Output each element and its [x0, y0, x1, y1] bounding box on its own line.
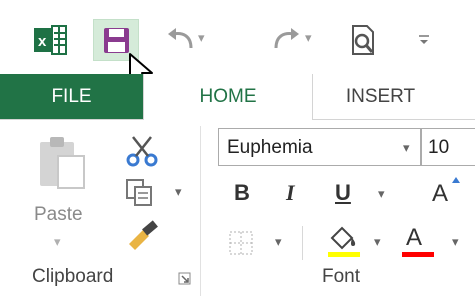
redo-dropdown-icon[interactable]: ▾ — [305, 30, 312, 46]
redo-button[interactable]: ▾ — [272, 22, 322, 58]
fill-color-icon[interactable] — [326, 222, 362, 258]
clipboard-launcher-icon[interactable] — [178, 272, 192, 286]
borders-dropdown-icon[interactable]: ▾ — [275, 234, 282, 250]
excel-icon: x — [34, 25, 67, 55]
font-color-letter: A — [406, 224, 423, 251]
tab-file-label: FILE — [51, 85, 92, 107]
underline-button[interactable]: U — [335, 180, 351, 206]
paste-icon — [40, 137, 85, 189]
print-preview-icon — [352, 25, 374, 55]
font-group-label: Font — [322, 266, 361, 287]
borders-icon[interactable] — [228, 230, 256, 256]
customize-qat-button[interactable] — [415, 22, 435, 58]
grow-font-arrow-icon — [452, 177, 460, 183]
svg-text:x: x — [38, 33, 47, 50]
font-color-button[interactable]: A — [400, 222, 436, 258]
cut-icon[interactable] — [125, 134, 161, 168]
tab-home-label: HOME — [199, 86, 257, 107]
customize-qat-icon — [419, 35, 429, 44]
undo-icon — [168, 28, 193, 49]
bold-button[interactable]: B — [234, 180, 250, 206]
format-painter-icon[interactable] — [125, 220, 161, 250]
copy-dropdown-icon[interactable]: ▾ — [175, 184, 182, 200]
tab-file[interactable]: FILE — [0, 74, 143, 119]
font-name-dropdown[interactable]: Euphemia ▾ — [218, 128, 421, 166]
save-icon — [104, 28, 129, 53]
redo-icon — [274, 28, 299, 49]
font-color-dropdown-icon[interactable]: ▾ — [452, 234, 459, 250]
underline-dropdown-icon[interactable]: ▾ — [378, 186, 385, 202]
font-name-value: Euphemia — [227, 137, 313, 158]
quick-access-toolbar: x ▾ ▾ — [0, 0, 475, 88]
clipboard-group-label: Clipboard — [32, 266, 114, 287]
undo-button[interactable]: ▾ — [165, 22, 215, 58]
paste-label: Paste — [34, 204, 83, 225]
font-size-dropdown[interactable]: 10 — [421, 128, 475, 166]
toolbar-separator — [302, 226, 303, 260]
copy-icon — [126, 179, 152, 206]
font-size-value: 10 — [428, 137, 450, 158]
print-preview-button[interactable] — [350, 22, 380, 58]
paste-button[interactable]: Paste ▾ — [30, 130, 90, 256]
font-name-chevron-icon[interactable]: ▾ — [403, 140, 410, 156]
tab-insert[interactable]: INSERT — [313, 74, 448, 119]
paste-dropdown-icon[interactable]: ▾ — [54, 234, 61, 250]
font-color-swatch — [402, 252, 434, 257]
grow-font-button[interactable]: A — [432, 180, 448, 208]
undo-dropdown-icon[interactable]: ▾ — [198, 30, 205, 46]
tab-insert-label: INSERT — [345, 85, 416, 107]
italic-button[interactable]: I — [286, 180, 295, 206]
fill-color-dropdown-icon[interactable]: ▾ — [374, 234, 381, 250]
group-separator — [200, 126, 201, 296]
tab-home[interactable]: HOME — [143, 74, 313, 120]
copy-button[interactable]: ▾ — [125, 178, 190, 210]
